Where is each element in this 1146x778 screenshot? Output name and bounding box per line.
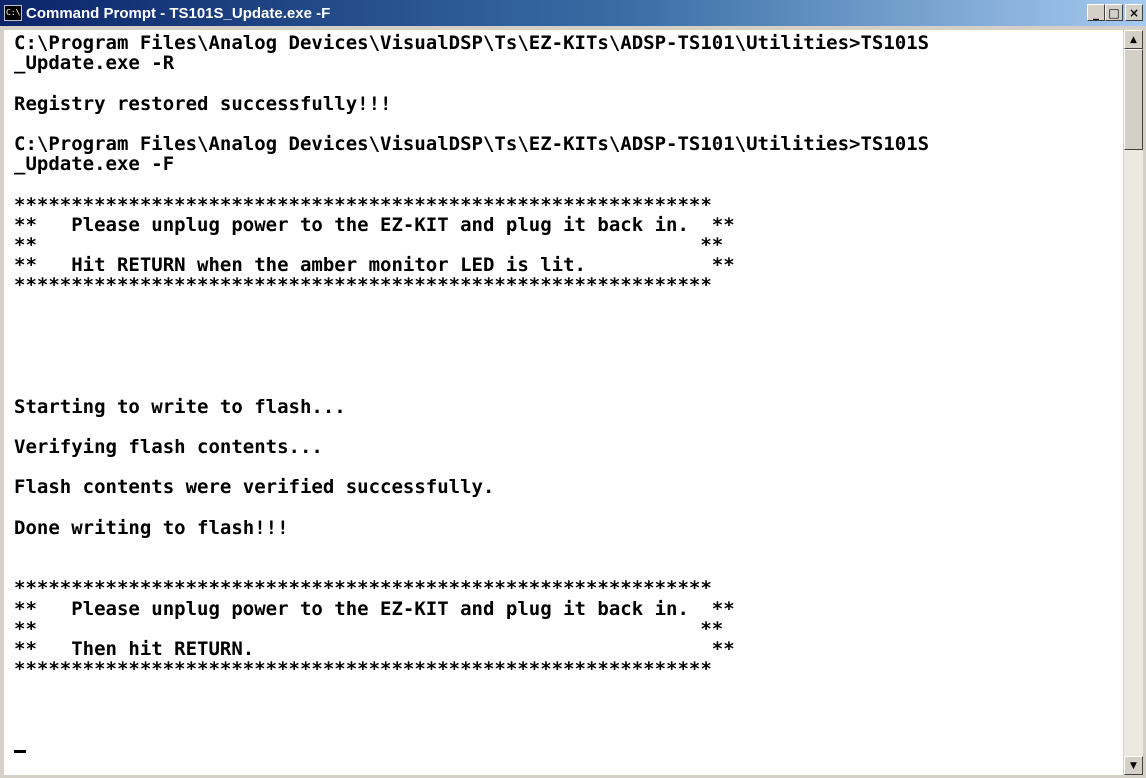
console-line: _Update.exe -F	[14, 153, 175, 176]
console-line: ****************************************…	[14, 577, 712, 600]
scroll-up-button[interactable]: ▲	[1124, 30, 1143, 49]
console-line: Done writing to flash!!!	[14, 516, 289, 539]
console-line: Flash contents were verified successfull…	[14, 476, 495, 499]
console-line: ****************************************…	[14, 274, 712, 297]
console-line: ** Please unplug power to the EZ-KIT and…	[14, 213, 735, 236]
console-line: C:\Program Files\Analog Devices\VisualDS…	[14, 32, 930, 54]
vertical-scrollbar[interactable]: ▲ ▼	[1124, 30, 1143, 775]
window-controls: _ □ ×	[1087, 4, 1143, 21]
console-line: Verifying flash contents...	[14, 436, 323, 459]
console-line: ** Please unplug power to the EZ-KIT and…	[14, 597, 735, 620]
console-line: ****************************************…	[14, 193, 712, 216]
console-app-icon[interactable]: C:\	[4, 5, 22, 21]
maximize-button[interactable]: □	[1105, 4, 1123, 21]
console-output-area[interactable]: C:\Program Files\Analog Devices\VisualDS…	[4, 30, 1123, 775]
title-bar[interactable]: C:\ Command Prompt - TS101S_Update.exe -…	[0, 0, 1146, 26]
console-line: Registry restored successfully!!!	[14, 92, 392, 115]
scroll-down-button[interactable]: ▼	[1124, 756, 1143, 775]
console-line: Starting to write to flash...	[14, 395, 346, 418]
console-line: ** **	[14, 234, 724, 257]
console-line: ** Then hit RETURN. **	[14, 638, 735, 661]
text-cursor	[14, 750, 26, 753]
console-line: ****************************************…	[14, 658, 712, 681]
scroll-thumb[interactable]	[1124, 49, 1143, 150]
console-line: ** **	[14, 617, 724, 640]
command-prompt-window: C:\ Command Prompt - TS101S_Update.exe -…	[0, 0, 1146, 778]
console-text: C:\Program Files\Analog Devices\VisualDS…	[4, 30, 1123, 680]
console-line: C:\Program Files\Analog Devices\VisualDS…	[14, 133, 930, 156]
minimize-button[interactable]: _	[1087, 4, 1105, 21]
close-button[interactable]: ×	[1125, 4, 1143, 21]
console-line: _Update.exe -R	[14, 52, 175, 75]
console-line: ** Hit RETURN when the amber monitor LED…	[14, 254, 735, 277]
window-title: Command Prompt - TS101S_Update.exe -F	[26, 4, 331, 22]
